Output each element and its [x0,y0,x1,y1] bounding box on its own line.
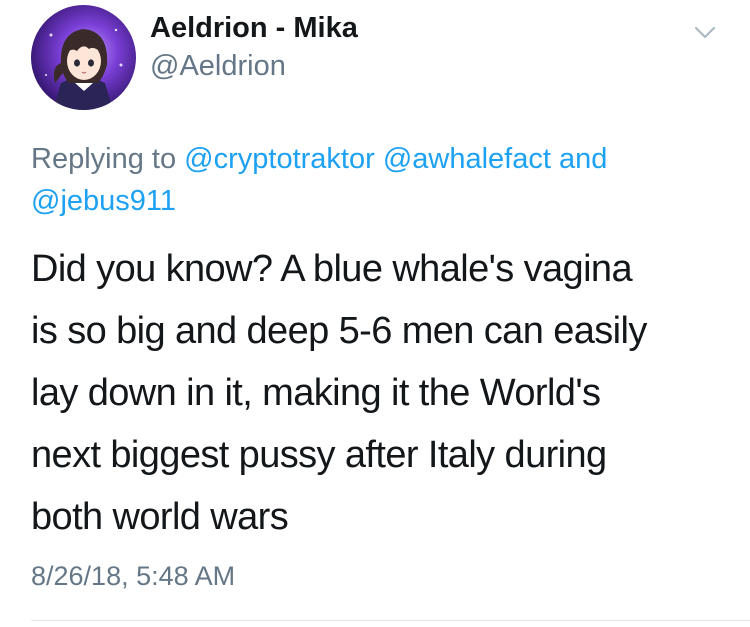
replying-to-line: Replying to @cryptotraktor @awhalefact a… [31,138,691,222]
tweet-timestamp[interactable]: 8/26/18, 5:48 AM [31,556,235,596]
tweet-text-line: Did you know? A blue whale's vagina [31,248,633,290]
tweet-body: Did you know? A blue whale's vagina is s… [31,238,731,548]
replying-prefix: Replying to [31,143,177,175]
author-block: Aeldrion - Mika @Aeldrion [150,8,358,84]
tweet-card: Aeldrion - Mika @Aeldrion Replying to @c… [0,0,750,627]
tweet-text-line: lay down in it, making it the World's [31,372,601,414]
mention-conjunction: and [558,143,608,175]
chevron-down-icon[interactable] [690,20,720,44]
tweet-text-line: both world wars [31,496,289,538]
mention-link[interactable]: @awhalefact [383,143,551,175]
divider [31,620,750,621]
tweet-text-line: is so big and deep 5-6 men can easily [31,310,647,352]
mention-link[interactable]: @cryptotraktor [184,143,375,175]
avatar-illustration [45,28,123,110]
mention-link[interactable]: @jebus911 [31,185,176,217]
author-display-name[interactable]: Aeldrion - Mika [150,8,358,48]
tweet-text-line: next biggest pussy after Italy during [31,434,607,476]
author-handle[interactable]: @Aeldrion [150,48,358,84]
avatar[interactable] [31,5,136,110]
